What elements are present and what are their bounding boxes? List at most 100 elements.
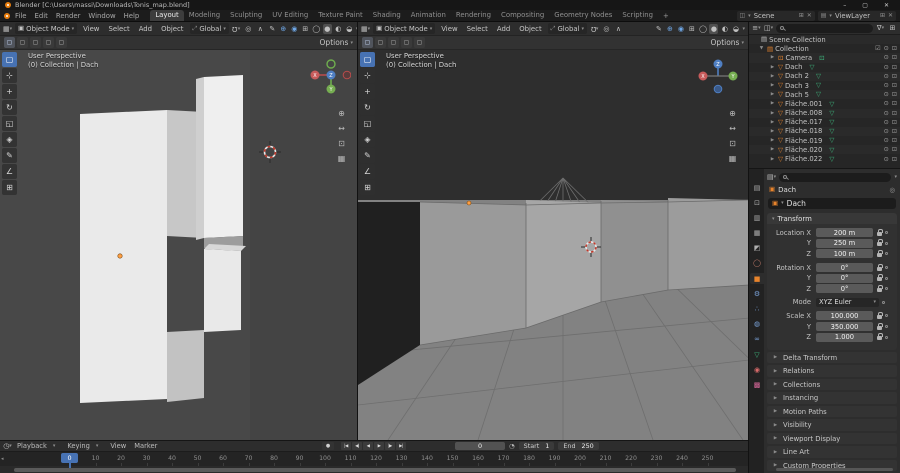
maximize-button[interactable]: ▢ [862, 2, 868, 9]
field-mode[interactable]: XYZ Euler ▾ [816, 297, 879, 307]
outliner-row-fl-che-008[interactable]: ▶ ▽ Fläche.008 ▽ ⊙ ⊡ [749, 108, 900, 118]
mode-dropdown[interactable]: ▣ Object Mode ▾ [373, 23, 436, 34]
shading-rendered-icon[interactable]: ◒ [731, 24, 740, 34]
hide-viewport-icon[interactable]: ⊙ [884, 45, 889, 52]
viewport-menu-object[interactable]: Object [516, 25, 544, 33]
move-tool[interactable]: + [2, 84, 17, 99]
measure-tool[interactable]: ∠ [360, 164, 375, 179]
workspace-tab-uv-editing[interactable]: UV Editing [267, 10, 313, 21]
select-cursor-mode-icon[interactable]: ▢ [414, 37, 425, 48]
properties-tab-view-layer[interactable]: ▦ [750, 228, 764, 239]
transform-tool[interactable]: ◈ [360, 132, 375, 147]
prev-keyframe-button[interactable]: ◀| [352, 442, 362, 450]
lock-icon[interactable] [877, 249, 883, 257]
select-circle-mode-icon[interactable]: ▢ [388, 37, 399, 48]
outliner-row-collection[interactable]: ▼ ▤ Collection ☑ ⊙ ⊡ [749, 44, 900, 53]
proportional-editing-icon[interactable]: ◎ [244, 24, 253, 34]
animate-dot-icon[interactable] [885, 231, 888, 235]
current-frame-field[interactable]: 0 [455, 442, 505, 450]
timeline-menu-keying[interactable]: Keying ▾ [63, 442, 106, 450]
lock-icon[interactable] [877, 263, 883, 271]
camera-icon[interactable]: ⊡ [336, 138, 347, 149]
tweak-mode-icon[interactable]: ▢ [4, 37, 15, 48]
blender-menu-icon[interactable] [4, 12, 10, 19]
tweak-mode-icon[interactable]: ▢ [362, 37, 373, 48]
timeline-menu-view[interactable]: View [106, 442, 130, 450]
field-location-x[interactable]: 200 m [816, 228, 873, 238]
select-circle-mode-icon[interactable]: ▢ [30, 37, 41, 48]
new-view-layer-icon[interactable]: ⊞ [880, 12, 885, 19]
hide-viewport-icon[interactable]: ⊙ [884, 64, 889, 71]
add-cube-tool[interactable]: ⊞ [2, 180, 17, 195]
field-y[interactable]: 0° [816, 273, 873, 283]
viewport-menu-view[interactable]: View [80, 25, 102, 33]
workspace-tab-shading[interactable]: Shading [368, 10, 406, 21]
menu-edit[interactable]: Edit [31, 12, 52, 20]
shading-rendered-icon[interactable]: ◒ [345, 24, 354, 34]
shading-solid-icon[interactable]: ● [709, 23, 719, 34]
scale-tool[interactable]: ◱ [2, 116, 17, 131]
lock-icon[interactable] [877, 228, 883, 236]
snap-icon[interactable]: Ω ▾ [590, 24, 599, 34]
hide-viewport-icon[interactable]: ⊙ [884, 128, 889, 135]
transform-panel-header[interactable]: ▾ Transform [767, 213, 897, 224]
current-frame-marker[interactable]: 0 [61, 453, 78, 463]
hide-viewport-icon[interactable]: ⊙ [884, 100, 889, 107]
disclosure-icon[interactable]: ▶ [769, 101, 776, 106]
workspace-tab-animation[interactable]: Animation [406, 10, 451, 21]
expand-panel-icon[interactable]: ◂ [1, 456, 4, 462]
gizmos-toggle-icon[interactable]: ⊕ [665, 24, 674, 34]
lock-icon[interactable] [877, 274, 883, 282]
animate-dot-icon[interactable] [885, 287, 888, 291]
hide-viewport-icon[interactable]: ⊙ [884, 73, 889, 80]
new-scene-icon[interactable]: ⊞ [799, 12, 804, 19]
properties-tab-output[interactable]: ▥ [750, 212, 764, 223]
view-layer-selector[interactable]: ▤ ▾ ViewLayer ⊞ ✕ [817, 10, 896, 21]
properties-tab-tool[interactable]: ▤ [750, 182, 764, 193]
menu-render[interactable]: Render [52, 12, 85, 20]
workspace-tab-sculpting[interactable]: Sculpting [225, 10, 267, 21]
select-lasso-mode-icon[interactable]: ▢ [401, 37, 412, 48]
workspace-tab-scripting[interactable]: Scripting [617, 10, 658, 21]
properties-tab-particles[interactable]: ∴ [750, 304, 764, 315]
field-rotation-x[interactable]: 0° [816, 263, 873, 273]
field-z[interactable]: 100 m [816, 249, 873, 259]
panel-viewport-display[interactable]: ▶ Viewport Display [767, 432, 897, 445]
disclosure-icon[interactable]: ▶ [769, 111, 776, 116]
start-frame-field[interactable]: Start 1 [518, 442, 555, 450]
jump-end-button[interactable]: ▶| [396, 442, 406, 450]
outliner-row-dach-5[interactable]: ▶ ▽ Dach 5 ▽ ⊙ ⊡ [749, 90, 900, 100]
hide-viewport-icon[interactable]: ⊙ [884, 110, 889, 117]
viewport-canvas[interactable]: ▢ ⊹ + ↻ ◱ ◈ ✎ ∠ ⊞ User Perspective (0) Collectio… [358, 50, 748, 440]
cursor-tool[interactable]: ⊹ [360, 68, 375, 83]
disable-render-icon[interactable]: ⊡ [892, 156, 897, 163]
editor-type-icon[interactable]: ▦ ▾ [3, 24, 12, 34]
sync-icon[interactable]: ◔ [509, 442, 515, 450]
falloff-dropdown-icon[interactable]: ∧ [256, 24, 265, 34]
panel-line-art[interactable]: ▶ Line Art [767, 446, 897, 458]
annotate-dropdown-icon[interactable]: ✎ [268, 24, 277, 34]
viewport-menu-add[interactable]: Add [494, 25, 513, 33]
scene-selector[interactable]: ◫ ▾ Scene ⊞ ✕ [736, 10, 815, 21]
field-scale-x[interactable]: 100.000 [816, 311, 873, 321]
select-box-tool[interactable]: ▢ [360, 52, 375, 67]
select-box-mode-icon[interactable]: ▢ [375, 37, 386, 48]
select-box-tool[interactable]: ▢ [2, 52, 17, 67]
disable-render-icon[interactable]: ⊡ [892, 137, 897, 144]
outliner-row-fl-che-019[interactable]: ▶ ▽ Fläche.019 ▽ ⊙ ⊡ [749, 136, 900, 145]
disable-render-icon[interactable]: ⊡ [892, 64, 897, 71]
properties-tab-scene[interactable]: ◩ [750, 243, 764, 254]
outliner-row-fl-che-001[interactable]: ▶ ▽ Fläche.001 ▽ ⊙ ⊡ [749, 99, 900, 108]
end-frame-field[interactable]: End 250 [558, 442, 599, 450]
play-button[interactable]: ▶ [374, 442, 384, 450]
properties-options-icon[interactable]: ▾ [894, 174, 897, 180]
outliner-row-dach-3[interactable]: ▶ ▽ Dach 3 ▽ ⊙ ⊡ [749, 81, 900, 90]
disable-render-icon[interactable]: ⊡ [892, 100, 897, 107]
disable-render-icon[interactable]: ⊡ [892, 91, 897, 98]
disable-render-icon[interactable]: ⊡ [892, 110, 897, 117]
disclosure-icon[interactable]: ▶ [769, 129, 776, 134]
properties-tab-object-data[interactable]: ▽ [750, 349, 764, 360]
animate-dot-icon[interactable] [885, 314, 888, 318]
add-cube-tool[interactable]: ⊞ [360, 180, 375, 195]
viewport-menu-select[interactable]: Select [105, 25, 132, 33]
